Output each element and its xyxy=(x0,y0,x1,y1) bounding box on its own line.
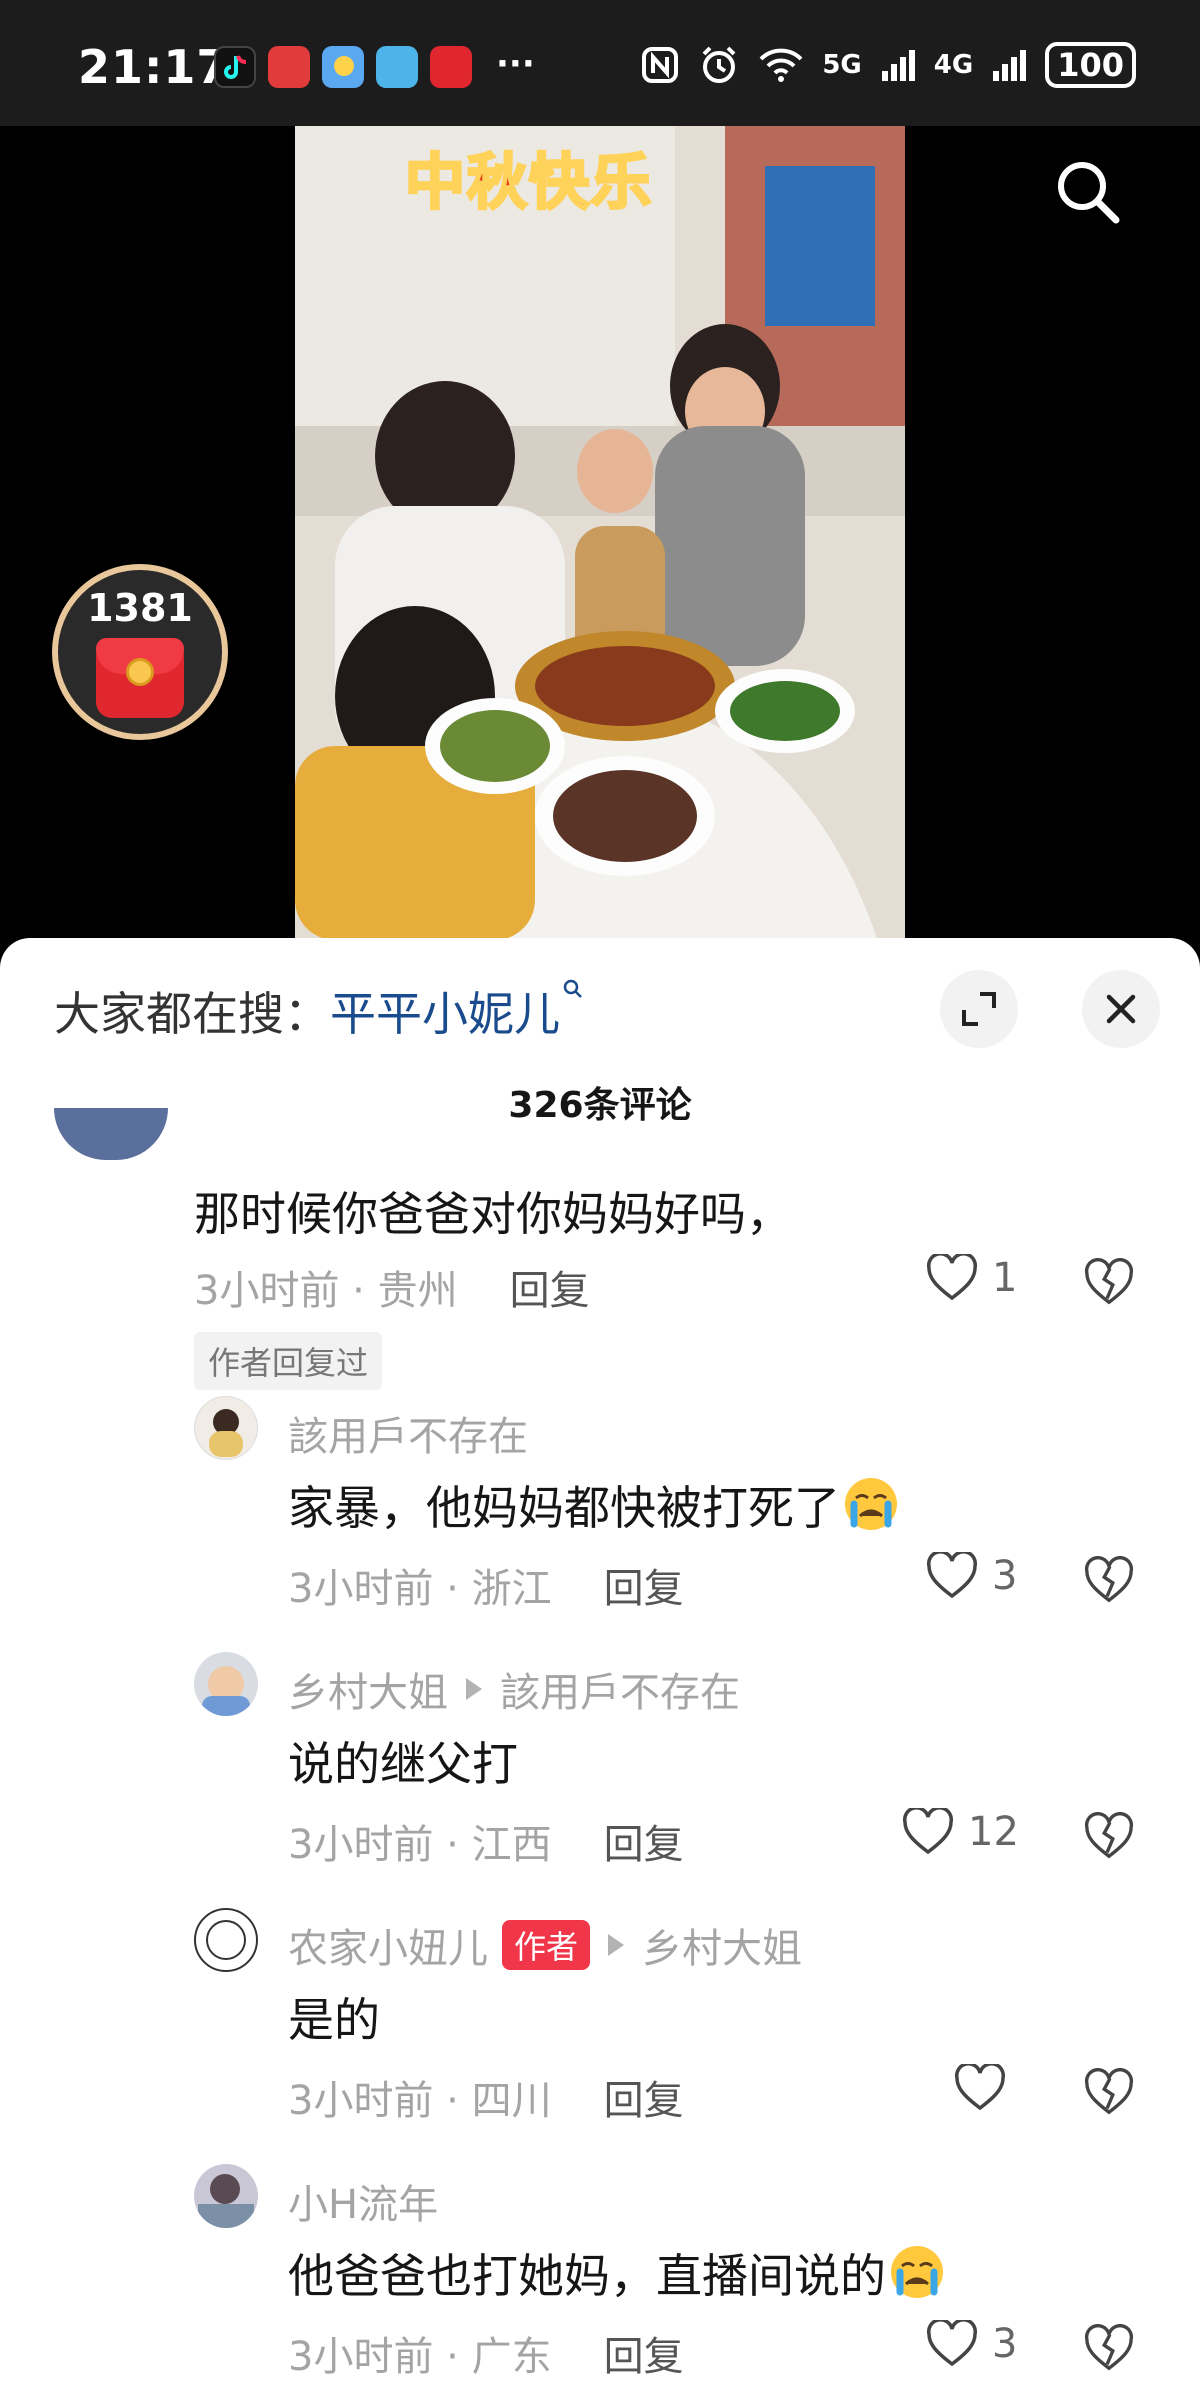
alarm-icon xyxy=(702,46,736,83)
broken-heart-icon[interactable] xyxy=(1084,1812,1134,1862)
author-badge: 作者 xyxy=(502,1920,591,1970)
search-icon xyxy=(563,979,582,998)
heart-icon xyxy=(926,2320,978,2367)
red-packet-count: 1381 xyxy=(87,586,193,630)
comment-text: 是的 xyxy=(288,1993,380,2047)
reply-to-username[interactable]: 乡村大姐 xyxy=(642,1916,802,1974)
avatar[interactable] xyxy=(194,1908,258,1972)
avatar[interactable] xyxy=(194,1652,258,1716)
reply-button[interactable]: 回复 xyxy=(604,2334,684,2380)
like-button[interactable]: 3 xyxy=(926,2320,1017,2368)
heart-icon xyxy=(902,1808,954,1855)
video-frame-image xyxy=(295,126,905,940)
close-icon xyxy=(1106,994,1136,1024)
comment-meta: 3小时前 · 广东 回复 xyxy=(288,2324,684,2382)
avatar[interactable] xyxy=(194,1396,258,1460)
comment-username[interactable]: 該用戶不存在 xyxy=(288,1404,528,1462)
comment-meta: 3小时前 · 四川 回复 xyxy=(288,2068,684,2126)
broken-heart-icon[interactable] xyxy=(1084,1258,1134,1308)
notification-icons xyxy=(214,46,472,88)
video-player[interactable]: 中秋快乐 xyxy=(295,126,905,940)
pinduoduo-notification-icon xyxy=(430,46,472,88)
like-button[interactable]: 3 xyxy=(926,1552,1017,1600)
comment-meta: 3小时前 · 浙江 回复 xyxy=(288,1556,684,1614)
signal-5g-label: 5G xyxy=(822,50,862,80)
red-packet-widget[interactable]: 1381 xyxy=(52,564,228,740)
like-button[interactable]: 1 xyxy=(926,1254,1017,1302)
status-bar: 21:17 ··· 5G 4G 100 xyxy=(0,0,1200,126)
comment-time-location: 3小时前 · 江西 xyxy=(288,1822,552,1868)
red-packet-icon xyxy=(96,638,184,718)
close-button[interactable] xyxy=(1082,970,1160,1048)
shopping-notification-icon xyxy=(268,46,310,88)
expand-button[interactable] xyxy=(940,970,1018,1048)
comment-time-location: 3小时前 · 贵州 xyxy=(194,1268,458,1314)
broken-heart-icon[interactable] xyxy=(1084,1556,1134,1606)
username-link[interactable]: 农家小妞儿 xyxy=(288,1916,488,1974)
expand-icon xyxy=(962,992,996,1026)
heart-icon xyxy=(926,1552,978,1599)
heart-icon xyxy=(954,2064,1006,2111)
reply-button[interactable]: 回复 xyxy=(604,1566,684,1612)
comment-text: 家暴，他妈妈都快被打死了 xyxy=(288,1472,902,1538)
like-count: 3 xyxy=(992,2321,1018,2367)
weather-notification-icon xyxy=(322,46,364,88)
comment-text-content: 他爸爸也打她妈，直播间说的 xyxy=(288,2249,886,2303)
like-count: 12 xyxy=(968,1809,1019,1855)
search-icon[interactable] xyxy=(1052,156,1124,228)
signal-4g-label: 4G xyxy=(933,50,974,80)
battery-indicator: 100 xyxy=(1045,42,1136,88)
comment-meta: 3小时前 · 贵州 回复 xyxy=(194,1258,590,1316)
reader-notification-icon xyxy=(376,46,418,88)
reply-button[interactable]: 回复 xyxy=(510,1268,590,1314)
status-time: 21:17 xyxy=(78,40,230,94)
reply-button[interactable]: 回复 xyxy=(604,1822,684,1868)
author-replied-tag: 作者回复过 xyxy=(194,1332,383,1390)
signal-bars-icon xyxy=(993,50,1027,81)
reply-to-username[interactable]: 該用戶不存在 xyxy=(500,1660,740,1718)
crying-emoji-icon xyxy=(845,1478,897,1530)
avatar[interactable] xyxy=(54,1108,168,1160)
hot-search-label: 大家都在搜： xyxy=(54,987,330,1041)
more-notifications-icon: ··· xyxy=(496,44,535,84)
comment-text: 那时候你爸爸对你妈妈好吗， xyxy=(194,1187,792,1241)
reply-arrow-icon xyxy=(608,1934,625,1956)
comment-time-location: 3小时前 · 四川 xyxy=(288,2078,552,2124)
broken-heart-icon[interactable] xyxy=(1084,2324,1134,2374)
comment-text-content: 家暴，他妈妈都快被打死了 xyxy=(288,1481,840,1535)
nfc-icon xyxy=(642,47,679,83)
comment-count: 326条评论 xyxy=(508,1085,692,1126)
wifi-icon xyxy=(759,48,803,82)
hot-search-bar[interactable]: 大家都在搜：平平小妮儿 xyxy=(54,978,584,1044)
comment-text: 他爸爸也打她妈，直播间说的 xyxy=(288,2240,948,2306)
crying-emoji-icon xyxy=(891,2246,943,2298)
video-area[interactable]: 中秋快乐 1381 xyxy=(0,126,1200,940)
username-link[interactable]: 該用戶不存在 xyxy=(288,1404,528,1462)
like-button[interactable] xyxy=(954,2064,1020,2112)
comment-username: 小H流年 xyxy=(288,2172,438,2230)
comment-username: 农家小妞儿 作者 乡村大姐 xyxy=(288,1916,802,1974)
comment-text: 说的继父打 xyxy=(288,1737,518,1791)
comment-time-location: 3小时前 · 广东 xyxy=(288,2334,552,2380)
heart-icon xyxy=(926,1254,978,1301)
like-button[interactable]: 12 xyxy=(902,1808,1019,1856)
avatar[interactable] xyxy=(194,2164,258,2228)
comment-meta: 3小时前 · 江西 回复 xyxy=(288,1812,684,1870)
reply-button[interactable]: 回复 xyxy=(604,2078,684,2124)
video-overlay-title: 中秋快乐 xyxy=(404,147,653,220)
username-link[interactable]: 乡村大姐 xyxy=(288,1660,448,1718)
username-link[interactable]: 小H流年 xyxy=(288,2172,438,2230)
signal-bars-icon xyxy=(881,50,915,81)
comments-panel: 大家都在搜：平平小妮儿 326条评论 那时候你爸爸对你妈妈好吗， 3小时前 · … xyxy=(0,938,1200,2398)
comment-time-location: 3小时前 · 浙江 xyxy=(288,1566,552,1612)
broken-heart-icon[interactable] xyxy=(1084,2068,1134,2118)
like-count: 1 xyxy=(992,1255,1018,1301)
tiktok-notification-icon xyxy=(214,46,256,88)
like-count: 3 xyxy=(992,1553,1018,1599)
system-icons: 5G 4G 100 xyxy=(640,42,1136,88)
comment-username: 乡村大姐 該用戶不存在 xyxy=(288,1660,740,1718)
hot-search-term[interactable]: 平平小妮儿 xyxy=(330,987,560,1041)
reply-arrow-icon xyxy=(466,1678,482,1700)
